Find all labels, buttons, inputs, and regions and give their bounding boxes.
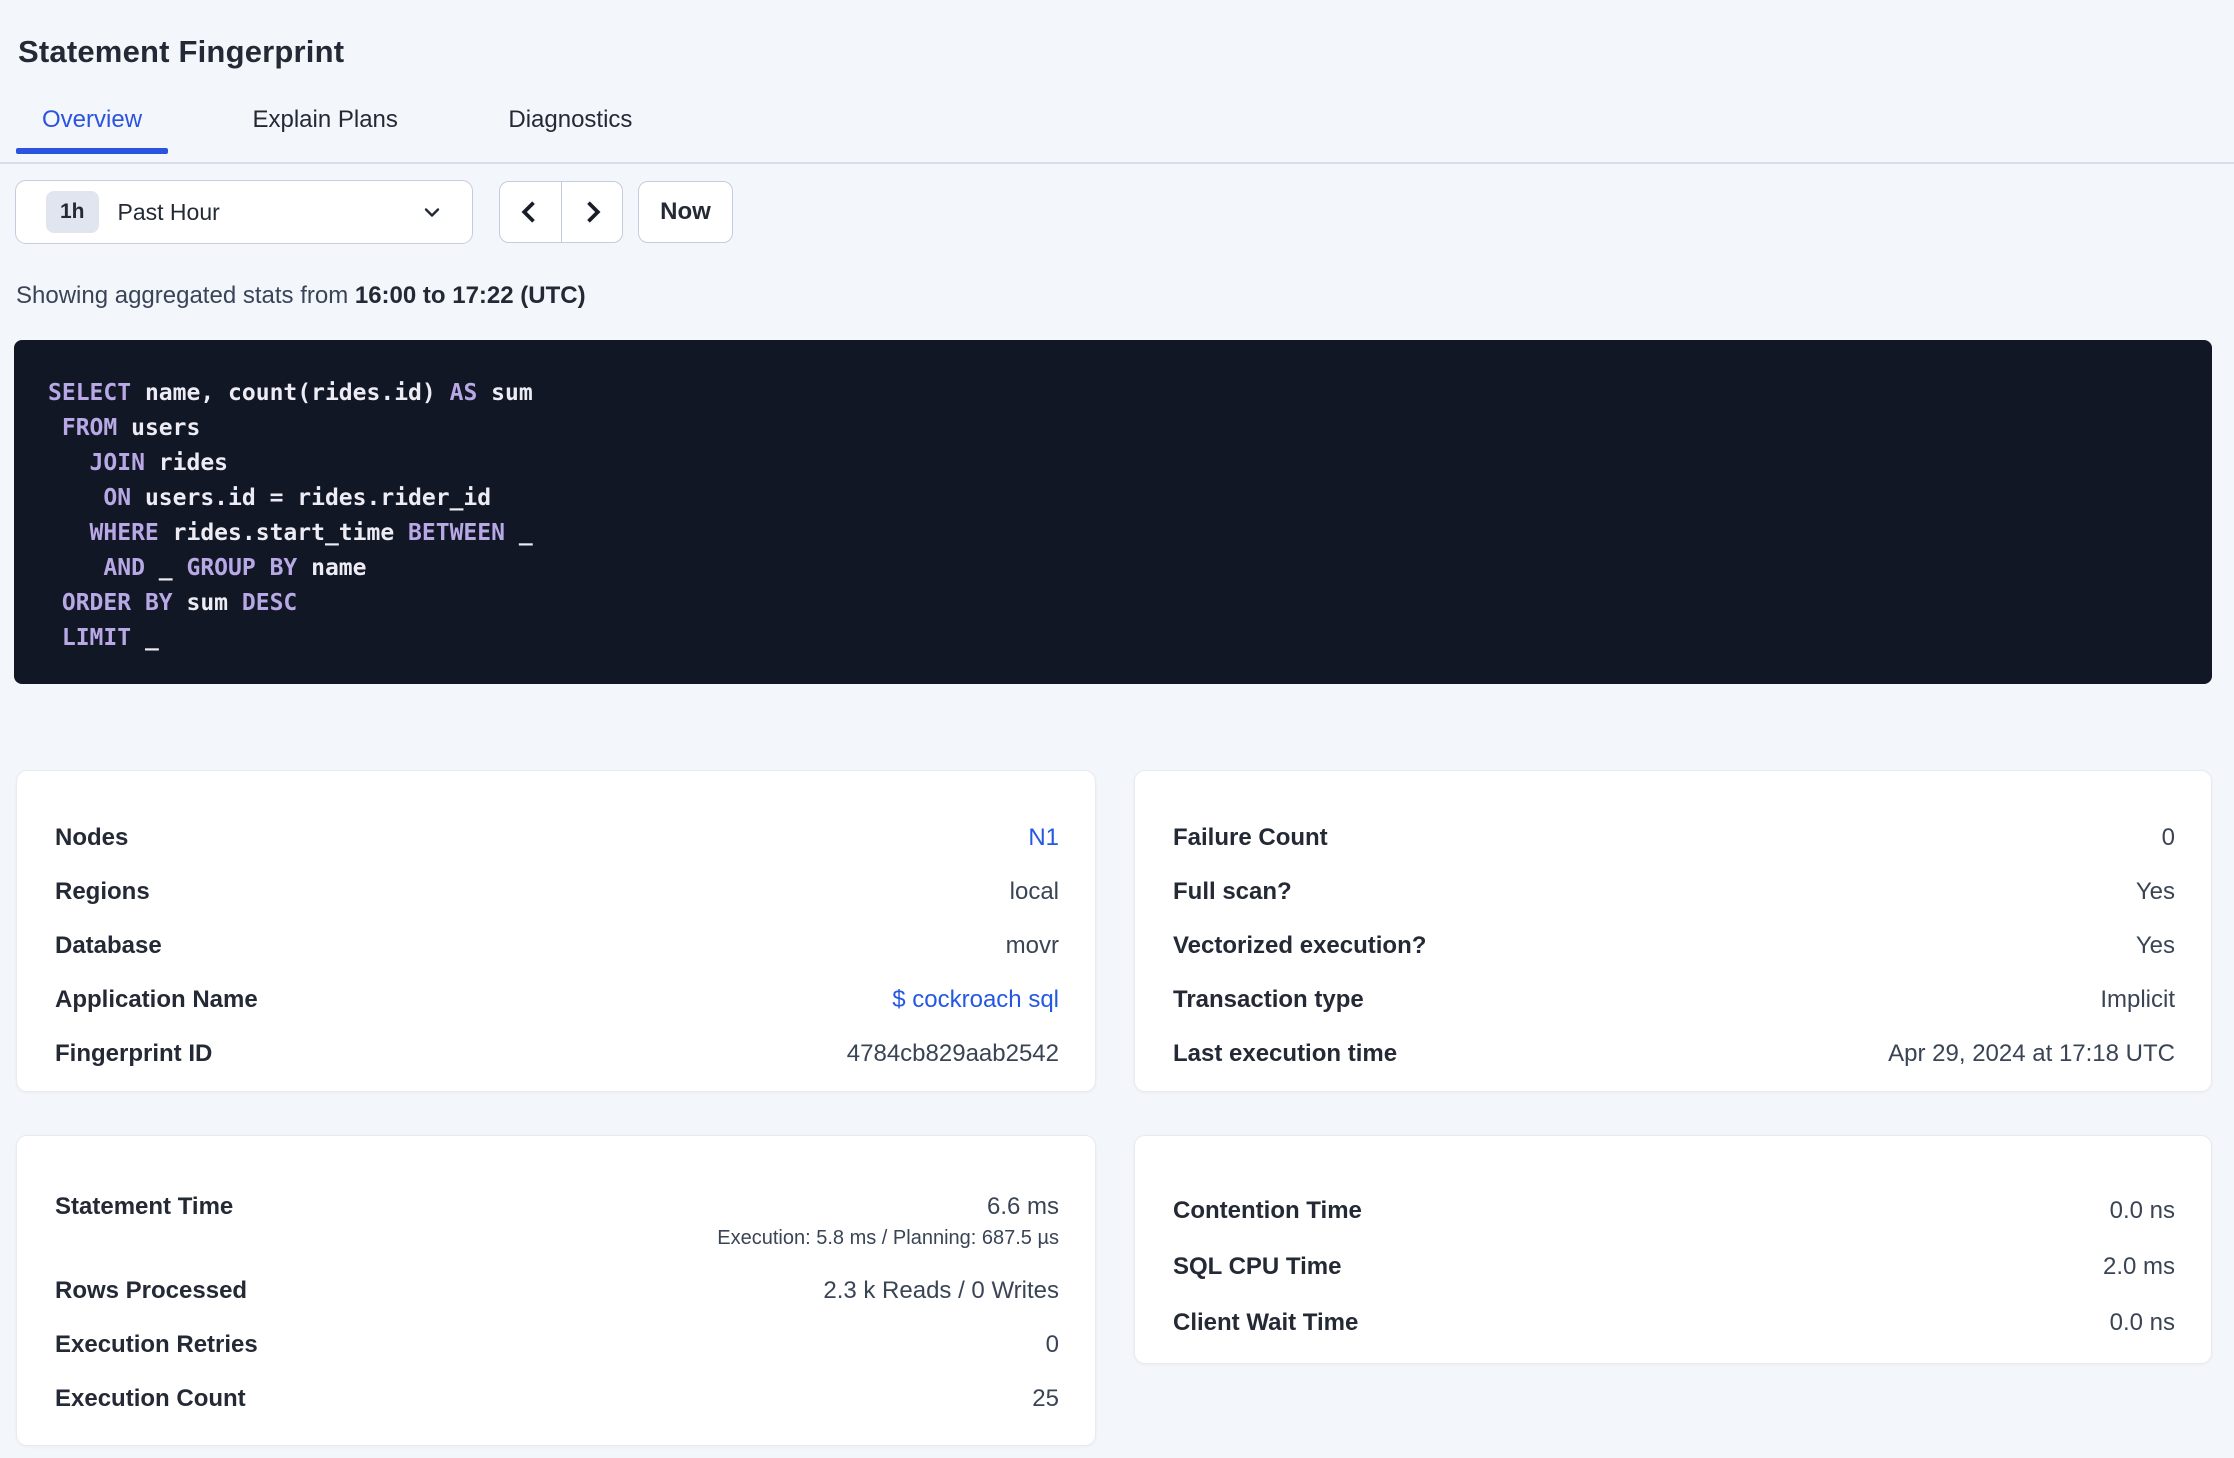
nodes-value-link[interactable]: N1 — [1028, 823, 1059, 853]
database-label: Database — [55, 932, 162, 959]
stat-row-transaction-type: Transaction type Implicit — [1173, 985, 2175, 1015]
last-execution-time-label: Last execution time — [1173, 1040, 1398, 1067]
time-pager — [499, 181, 623, 243]
sql-code: SELECT name, count(rides.id) AS sum FROM… — [48, 380, 533, 651]
stat-row-statement-time: Statement Time 6.6 ms Execution: 5.8 ms … — [55, 1192, 1059, 1252]
stat-row-last-execution-time: Last execution time Apr 29, 2024 at 17:1… — [1173, 1039, 2175, 1069]
application-name-label: Application Name — [55, 986, 258, 1013]
chevron-left-icon — [521, 201, 536, 223]
statement-time-breakdown: Execution: 5.8 ms / Planning: 687.5 µs — [717, 1227, 1059, 1249]
transaction-type-label: Transaction type — [1173, 986, 1364, 1013]
overview-details-card: Nodes N1 Regions local Database movr App… — [16, 770, 1096, 1092]
transaction-type-value: Implicit — [2100, 986, 2175, 1013]
contention-time-label: Contention Time — [1173, 1197, 1362, 1224]
stat-row-nodes: Nodes N1 — [55, 823, 1059, 853]
execution-count-label: Execution Count — [55, 1385, 246, 1412]
nodes-label: Nodes — [55, 824, 129, 851]
tab-overview[interactable]: Overview — [16, 100, 169, 154]
statement-time-value: 6.6 ms — [986, 1193, 1059, 1220]
execution-retries-label: Execution Retries — [55, 1331, 258, 1358]
execution-attributes-card: Failure Count 0 Full scan? Yes Vectorize… — [1134, 770, 2212, 1092]
last-execution-time-value: Apr 29, 2024 at 17:18 UTC — [1888, 1040, 2175, 1067]
stat-row-application-name: Application Name $ cockroach sql — [55, 985, 1059, 1015]
time-range-label: Past Hour — [117, 198, 220, 225]
stat-row-execution-retries: Execution Retries 0 — [55, 1330, 1059, 1360]
time-controls: 1h Past Hour Now — [15, 180, 733, 244]
regions-label: Regions — [55, 878, 150, 905]
fingerprint-id-label: Fingerprint ID — [55, 1040, 213, 1067]
tab-bar: Overview Explain Plans Diagnostics — [0, 100, 2234, 164]
time-stats-card: Contention Time 0.0 ns SQL CPU Time 2.0 … — [1134, 1135, 2212, 1364]
tab-explain-plans-label: Explain Plans — [252, 106, 398, 133]
chevron-right-icon — [586, 201, 601, 223]
stat-row-full-scan: Full scan? Yes — [1173, 877, 2175, 907]
vectorized-execution-value: Yes — [2135, 932, 2175, 959]
tab-diagnostics-label: Diagnostics — [508, 106, 633, 133]
stat-row-fingerprint-id: Fingerprint ID 4784cb829aab2542 — [55, 1039, 1059, 1069]
stat-row-vectorized-execution: Vectorized execution? Yes — [1173, 931, 2175, 961]
client-wait-time-label: Client Wait Time — [1173, 1309, 1359, 1336]
sql-cpu-time-label: SQL CPU Time — [1173, 1253, 1342, 1280]
stat-row-regions: Regions local — [55, 877, 1059, 907]
now-button[interactable]: Now — [638, 181, 733, 243]
chevron-down-icon — [424, 208, 440, 217]
statement-fingerprint-page: Statement Fingerprint Overview Explain P… — [0, 0, 2234, 1458]
client-wait-time-value: 0.0 ns — [2109, 1309, 2175, 1336]
full-scan-value: Yes — [2135, 878, 2175, 905]
tab-explain-plans[interactable]: Explain Plans — [226, 100, 423, 154]
interval-badge: 1h — [46, 191, 99, 233]
failure-count-value: 0 — [2161, 824, 2175, 851]
sql-statement-box: SELECT name, count(rides.id) AS sum FROM… — [14, 340, 2212, 684]
sql-cpu-time-value: 2.0 ms — [2102, 1253, 2175, 1280]
page-title: Statement Fingerprint — [18, 34, 345, 69]
rows-processed-label: Rows Processed — [55, 1277, 248, 1304]
aggregation-note: Showing aggregated stats from 16:00 to 1… — [16, 282, 586, 310]
rows-processed-value: 2.3 k Reads / 0 Writes — [823, 1277, 1059, 1304]
time-range-dropdown[interactable]: 1h Past Hour — [15, 180, 473, 244]
aggregation-note-prefix: Showing aggregated stats from — [16, 282, 355, 309]
tab-diagnostics[interactable]: Diagnostics — [482, 100, 658, 154]
statement-stats-card: Statement Time 6.6 ms Execution: 5.8 ms … — [16, 1135, 1096, 1446]
stat-row-contention-time: Contention Time 0.0 ns — [1173, 1196, 2175, 1226]
stat-row-execution-count: Execution Count 25 — [55, 1384, 1059, 1414]
statement-time-label: Statement Time — [55, 1193, 234, 1220]
next-interval-button[interactable] — [562, 182, 623, 242]
aggregation-note-range: 16:00 to 17:22 (UTC) — [354, 282, 586, 309]
application-name-value-link[interactable]: $ cockroach sql — [892, 985, 1059, 1015]
statement-time-values: 6.6 ms Execution: 5.8 ms / Planning: 687… — [717, 1192, 1059, 1252]
stat-row-sql-cpu-time: SQL CPU Time 2.0 ms — [1173, 1252, 2175, 1282]
database-value: movr — [1005, 932, 1059, 959]
vectorized-execution-label: Vectorized execution? — [1173, 932, 1427, 959]
stat-row-database: Database movr — [55, 931, 1059, 961]
stat-row-failure-count: Failure Count 0 — [1173, 823, 2175, 853]
fingerprint-id-value: 4784cb829aab2542 — [846, 1040, 1059, 1067]
failure-count-label: Failure Count — [1173, 824, 1328, 851]
execution-count-value: 25 — [1032, 1385, 1059, 1412]
tab-overview-label: Overview — [42, 106, 143, 133]
execution-retries-value: 0 — [1045, 1331, 1059, 1358]
regions-value: local — [1009, 878, 1059, 905]
stat-row-client-wait-time: Client Wait Time 0.0 ns — [1173, 1308, 2175, 1338]
full-scan-label: Full scan? — [1173, 878, 1292, 905]
prev-interval-button[interactable] — [500, 182, 562, 242]
contention-time-value: 0.0 ns — [2109, 1197, 2175, 1224]
stat-row-rows-processed: Rows Processed 2.3 k Reads / 0 Writes — [55, 1276, 1059, 1306]
